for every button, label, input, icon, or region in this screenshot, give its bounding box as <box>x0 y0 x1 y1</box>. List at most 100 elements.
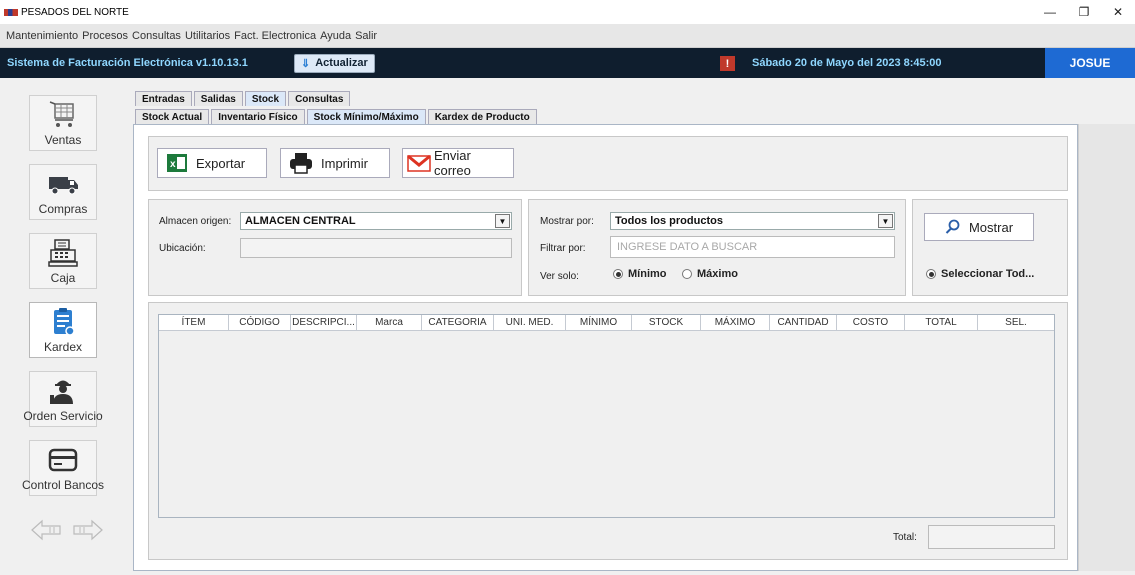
update-button-label: Actualizar <box>315 57 368 69</box>
excel-icon: x <box>166 153 188 173</box>
card-icon <box>48 448 78 472</box>
sidebar-item-label: Ventas <box>44 133 82 147</box>
tab-stock-actual[interactable]: Stock Actual <box>135 109 210 124</box>
dropdown-arrow-icon: ▼ <box>878 214 893 228</box>
sidebar: Ventas Compras Caja Kardex Orden Servici… <box>0 78 123 575</box>
show-label: Mostrar <box>968 219 1014 235</box>
email-button[interactable]: Enviar correo <box>402 148 514 178</box>
sidebar-item-label: Control Bancos <box>21 478 105 492</box>
col-costo[interactable]: COSTO <box>837 315 905 330</box>
col-cantidad[interactable]: CANTIDAD <box>770 315 837 330</box>
cart-icon <box>49 101 74 127</box>
col-marca[interactable]: Marca <box>357 315 422 330</box>
results-table[interactable]: ÍTEM CÓDIGO DESCRIPCI... Marca CATEGORIA… <box>158 314 1055 518</box>
search-icon <box>945 219 961 235</box>
truck-icon <box>49 177 78 195</box>
almacen-value: ALMACEN CENTRAL <box>245 215 356 227</box>
tab-consultas[interactable]: Consultas <box>288 91 351 106</box>
col-categoria[interactable]: CATEGORIA <box>422 315 494 330</box>
sidebar-item-ventas[interactable]: Ventas <box>29 95 97 151</box>
menu-mantenimiento[interactable]: Mantenimiento <box>6 30 78 42</box>
print-button[interactable]: Imprimir <box>280 148 390 178</box>
radio-maximo-label: Máximo <box>697 268 738 280</box>
ubicacion-label: Ubicación: <box>159 243 206 254</box>
sidebar-item-label: Caja <box>50 271 76 285</box>
col-uni-med[interactable]: UNI. MED. <box>494 315 566 330</box>
print-label: Imprimir <box>321 155 368 171</box>
arrow-left-icon[interactable] <box>30 518 62 542</box>
nav-arrows <box>30 518 104 542</box>
tab-inventario-fisico[interactable]: Inventario Físico <box>211 109 305 124</box>
col-codigo[interactable]: CÓDIGO <box>229 315 291 330</box>
mostrar-combo[interactable]: Todos los productos ▼ <box>610 212 895 230</box>
sidebar-item-kardex[interactable]: Kardex <box>29 302 97 358</box>
sidebar-item-label: Orden Servicio <box>23 409 103 423</box>
filtrar-label: Filtrar por: <box>540 243 586 254</box>
sidebar-item-orden-servicio[interactable]: Orden Servicio <box>23 371 103 427</box>
col-maximo[interactable]: MÁXIMO <box>701 315 770 330</box>
sidebar-item-label: Compras <box>38 202 88 216</box>
minimize-button[interactable]: — <box>1033 0 1067 24</box>
show-button[interactable]: Mostrar <box>924 213 1034 241</box>
maximize-button[interactable]: ❐ <box>1067 0 1101 24</box>
table-header: ÍTEM CÓDIGO DESCRIPCI... Marca CATEGORIA… <box>159 315 1054 331</box>
search-input[interactable]: INGRESE DATO A BUSCAR <box>610 236 895 258</box>
col-item[interactable]: ÍTEM <box>159 315 229 330</box>
sidebar-item-compras[interactable]: Compras <box>29 164 97 220</box>
update-button[interactable]: ⇓ Actualizar <box>294 53 375 73</box>
total-field <box>928 525 1055 549</box>
arrow-right-icon[interactable] <box>72 518 104 542</box>
alert-icon[interactable]: ! <box>720 56 735 71</box>
mostrar-label: Mostrar por: <box>540 216 594 227</box>
system-version-text: Sistema de Facturación Electrónica v1.10… <box>7 57 248 69</box>
email-label: Enviar correo <box>434 148 471 178</box>
mostrar-value: Todos los productos <box>615 215 723 227</box>
radio-on-icon <box>613 269 623 279</box>
menu-procesos[interactable]: Procesos <box>82 30 128 42</box>
tab-salidas[interactable]: Salidas <box>193 91 243 106</box>
total-label: Total: <box>893 532 917 543</box>
export-button[interactable]: x Exportar <box>157 148 267 178</box>
app-logo-icon <box>4 8 18 16</box>
select-all-label: Seleccionar Tod... <box>941 268 1035 280</box>
tab-entradas[interactable]: Entradas <box>135 91 192 106</box>
window-title: PESADOS DEL NORTE <box>21 6 129 18</box>
sidebar-item-caja[interactable]: Caja <box>29 233 97 289</box>
close-button[interactable]: ✕ <box>1101 0 1135 24</box>
menu-utilitarios[interactable]: Utilitarios <box>185 30 230 42</box>
export-label: Exportar <box>196 155 246 171</box>
col-total[interactable]: TOTAL <box>905 315 978 330</box>
title-bar: PESADOS DEL NORTE — ❐ ✕ <box>0 0 1135 24</box>
col-sel[interactable]: SEL. <box>978 315 1054 330</box>
radio-maximo[interactable]: Máximo <box>682 268 738 280</box>
dropdown-arrow-icon: ▼ <box>495 214 510 228</box>
sidebar-item-control-bancos[interactable]: Control Bancos <box>22 440 104 496</box>
col-stock[interactable]: STOCK <box>632 315 701 330</box>
ver-label: Ver solo: <box>540 271 579 282</box>
worker-icon <box>50 380 73 404</box>
radio-minimo[interactable]: Mínimo <box>613 268 667 280</box>
menu-bar: Mantenimiento Procesos Consultas Utilita… <box>0 24 1135 48</box>
cash-register-icon <box>48 239 78 267</box>
select-all-radio[interactable]: Seleccionar Tod... <box>926 268 1034 280</box>
menu-salir[interactable]: Salir <box>355 30 377 42</box>
col-minimo[interactable]: MÍNIMO <box>566 315 632 330</box>
radio-on-icon <box>926 269 936 279</box>
col-descripcion[interactable]: DESCRIPCI... <box>291 315 357 330</box>
clipboard-icon <box>54 308 75 336</box>
tab-stock-minimo-maximo[interactable]: Stock Mínimo/Máximo <box>306 109 426 124</box>
menu-fact-electronica[interactable]: Fact. Electronica <box>234 30 316 42</box>
printer-icon <box>289 152 313 174</box>
user-badge[interactable]: JOSUE <box>1045 48 1135 78</box>
main-tabs: Entradas Salidas Stock Consultas <box>135 91 352 106</box>
mail-icon <box>407 153 431 173</box>
tab-kardex-producto[interactable]: Kardex de Producto <box>427 109 537 124</box>
date-text: Sábado 20 de Mayo del 2023 8:45:00 <box>752 57 942 69</box>
radio-off-icon <box>682 269 692 279</box>
menu-ayuda[interactable]: Ayuda <box>320 30 351 42</box>
system-bar: Sistema de Facturación Electrónica v1.10… <box>0 48 1135 78</box>
tab-stock[interactable]: Stock <box>244 91 287 106</box>
almacen-combo[interactable]: ALMACEN CENTRAL ▼ <box>240 212 512 230</box>
ubicacion-field[interactable] <box>240 238 512 258</box>
menu-consultas[interactable]: Consultas <box>132 30 181 42</box>
